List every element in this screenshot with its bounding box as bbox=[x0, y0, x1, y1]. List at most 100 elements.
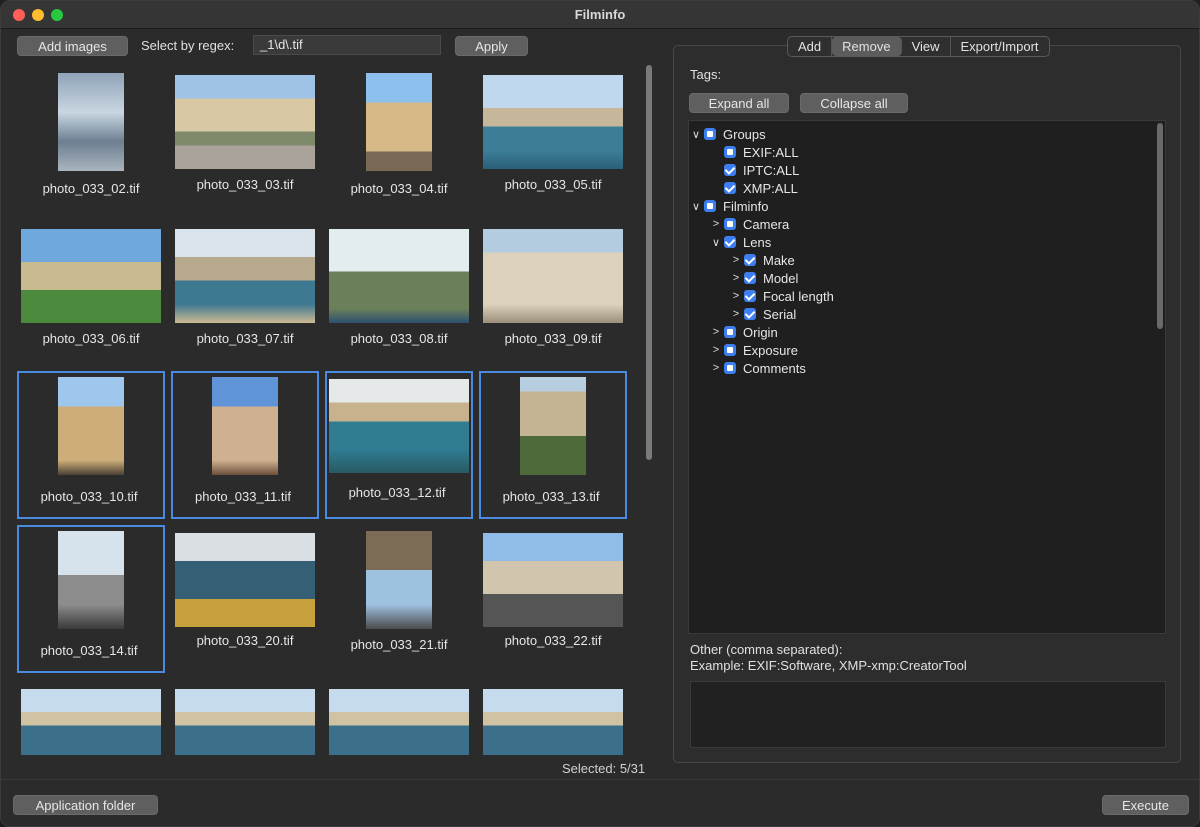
tree-node-label: IPTC:ALL bbox=[743, 162, 800, 178]
tab-view[interactable]: View bbox=[902, 37, 951, 56]
image-filename: photo_033_22.tif bbox=[504, 633, 602, 648]
chevron-right-icon[interactable]: > bbox=[710, 362, 722, 374]
tree-node[interactable]: ∨ Filminfo bbox=[690, 197, 769, 215]
tree-node[interactable]: > Exposure bbox=[710, 341, 798, 359]
tree-checkbox[interactable] bbox=[744, 308, 756, 320]
image-thumbnail bbox=[58, 531, 124, 629]
chevron-right-icon[interactable]: > bbox=[710, 218, 722, 230]
tree-node-label: Groups bbox=[723, 126, 766, 142]
tree-checkbox[interactable] bbox=[724, 344, 736, 356]
tree-node-label: Origin bbox=[743, 324, 778, 340]
tab-remove[interactable]: Remove bbox=[832, 37, 902, 56]
chevron-down-icon[interactable]: ∨ bbox=[690, 200, 702, 213]
image-filename: photo_033_04.tif bbox=[350, 181, 448, 196]
tree-node[interactable]: > Model bbox=[730, 269, 799, 287]
gallery-item[interactable]: photo_033_20.tif bbox=[171, 525, 319, 673]
regex-input[interactable]: _1\d\.tif bbox=[253, 35, 441, 55]
tab-bar: Add Remove View Export/Import bbox=[787, 36, 1050, 57]
tree-node[interactable]: > Make bbox=[730, 251, 795, 269]
chevron-right-icon[interactable]: > bbox=[730, 254, 742, 266]
tree-node[interactable]: ∨ Groups bbox=[690, 125, 766, 143]
chevron-down-icon[interactable]: ∨ bbox=[710, 236, 722, 249]
image-thumbnail bbox=[366, 73, 432, 171]
tree-node[interactable]: > Origin bbox=[710, 323, 778, 341]
image-thumbnail bbox=[483, 533, 623, 627]
tree-checkbox[interactable] bbox=[724, 146, 736, 158]
tree-node[interactable]: EXIF:ALL bbox=[710, 143, 799, 161]
chevron-right-icon[interactable]: > bbox=[710, 326, 722, 338]
gallery-item[interactable]: photo_033_21.tif bbox=[325, 525, 473, 673]
tree-node[interactable]: ∨ Lens bbox=[710, 233, 771, 251]
tree-checkbox[interactable] bbox=[724, 362, 736, 374]
tree-node[interactable]: XMP:ALL bbox=[710, 179, 798, 197]
tab-add[interactable]: Add bbox=[788, 37, 833, 56]
execute-button[interactable]: Execute bbox=[1102, 795, 1189, 815]
tags-tree: ∨ Groups EXIF:ALL IPTC:ALL XMP:ALL ∨ Filminfo >… bbox=[688, 120, 1166, 634]
tree-node-label: XMP:ALL bbox=[743, 180, 798, 196]
tree-checkbox[interactable] bbox=[724, 326, 736, 338]
tab-export-import[interactable]: Export/Import bbox=[951, 37, 1049, 56]
add-images-button[interactable]: Add images bbox=[17, 36, 128, 56]
chevron-right-icon[interactable]: > bbox=[730, 290, 742, 302]
tree-scrollbar[interactable] bbox=[1157, 123, 1163, 329]
collapse-all-button[interactable]: Collapse all bbox=[800, 93, 908, 113]
gallery-scrollbar[interactable] bbox=[646, 65, 652, 460]
other-label: Other (comma separated): bbox=[690, 642, 843, 657]
image-thumbnail bbox=[21, 229, 161, 323]
image-filename: photo_033_21.tif bbox=[350, 637, 448, 652]
tree-checkbox[interactable] bbox=[704, 200, 716, 212]
gallery-item[interactable]: photo_033_09.tif bbox=[479, 221, 627, 369]
tree-node[interactable]: > Comments bbox=[710, 359, 806, 377]
window-title: Filminfo bbox=[574, 7, 626, 22]
image-thumbnail bbox=[58, 377, 124, 475]
tree-checkbox[interactable] bbox=[744, 290, 756, 302]
gallery-item[interactable]: photo_033_10.tif bbox=[17, 371, 165, 519]
image-thumbnail-partial[interactable] bbox=[21, 689, 161, 755]
expand-all-button[interactable]: Expand all bbox=[689, 93, 789, 113]
gallery-item[interactable]: photo_033_02.tif bbox=[17, 67, 165, 215]
tree-node[interactable]: > Focal length bbox=[730, 287, 834, 305]
image-thumbnail-partial[interactable] bbox=[175, 689, 315, 755]
tree-checkbox[interactable] bbox=[724, 182, 736, 194]
tree-checkbox[interactable] bbox=[704, 128, 716, 140]
chevron-right-icon[interactable]: > bbox=[730, 272, 742, 284]
tree-node-label: Filminfo bbox=[723, 198, 769, 214]
other-example: Example: EXIF:Software, XMP-xmp:CreatorT… bbox=[690, 658, 967, 673]
gallery-item[interactable]: photo_033_06.tif bbox=[17, 221, 165, 369]
tree-node-label: Comments bbox=[743, 360, 806, 376]
gallery-item[interactable]: photo_033_05.tif bbox=[479, 67, 627, 215]
chevron-right-icon[interactable]: > bbox=[730, 308, 742, 320]
image-thumbnail bbox=[212, 377, 278, 475]
tree-node-label: Camera bbox=[743, 216, 790, 232]
gallery-item[interactable]: photo_033_13.tif bbox=[479, 371, 627, 519]
image-thumbnail-partial[interactable] bbox=[329, 689, 469, 755]
image-thumbnail bbox=[175, 533, 315, 627]
gallery-item[interactable]: photo_033_14.tif bbox=[17, 525, 165, 673]
tree-node[interactable]: IPTC:ALL bbox=[710, 161, 799, 179]
tree-checkbox[interactable] bbox=[744, 254, 756, 266]
image-filename: photo_033_02.tif bbox=[42, 181, 140, 196]
image-filename: photo_033_11.tif bbox=[195, 489, 291, 504]
application-folder-button[interactable]: Application folder bbox=[13, 795, 158, 815]
image-thumbnail-partial[interactable] bbox=[483, 689, 623, 755]
apply-button[interactable]: Apply bbox=[455, 36, 528, 56]
chevron-right-icon[interactable]: > bbox=[710, 344, 722, 356]
image-filename: photo_033_05.tif bbox=[504, 177, 602, 192]
tree-checkbox[interactable] bbox=[724, 164, 736, 176]
gallery-item[interactable]: photo_033_04.tif bbox=[325, 67, 473, 215]
tree-checkbox[interactable] bbox=[744, 272, 756, 284]
tree-node-label: Exposure bbox=[743, 342, 798, 358]
other-tags-input[interactable] bbox=[690, 681, 1166, 748]
tree-node[interactable]: > Serial bbox=[730, 305, 796, 323]
gallery-item[interactable]: photo_033_22.tif bbox=[479, 525, 627, 673]
tree-checkbox[interactable] bbox=[724, 218, 736, 230]
tree-checkbox[interactable] bbox=[724, 236, 736, 248]
gallery-item[interactable]: photo_033_11.tif bbox=[171, 371, 319, 519]
gallery-item[interactable]: photo_033_07.tif bbox=[171, 221, 319, 369]
footer-divider bbox=[1, 779, 1199, 780]
gallery-item[interactable]: photo_033_08.tif bbox=[325, 221, 473, 369]
gallery-item[interactable]: photo_033_03.tif bbox=[171, 67, 319, 215]
gallery-item[interactable]: photo_033_12.tif bbox=[325, 371, 473, 519]
tree-node[interactable]: > Camera bbox=[710, 215, 789, 233]
chevron-down-icon[interactable]: ∨ bbox=[690, 128, 702, 141]
